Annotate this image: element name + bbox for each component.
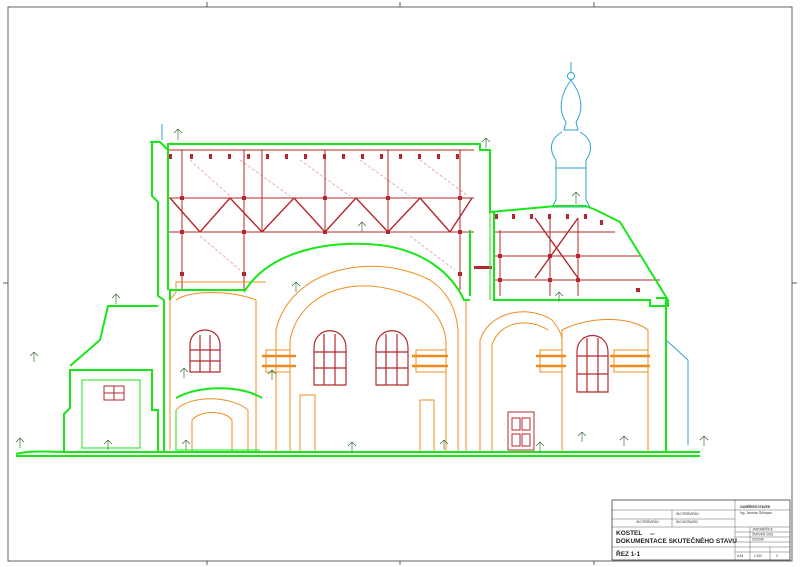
window-4: [576, 335, 609, 393]
scale: 1:100: [754, 554, 762, 558]
rafter-dashes: [189, 159, 469, 271]
date: ČERVEN 2015: [752, 532, 773, 537]
level-marker-icon: [15, 128, 709, 452]
tower-spire-icon: [161, 62, 689, 445]
title-block: ZAMĚŘENÍ STAVEB Ing. Jaroslav Šrůmpán IN…: [611, 499, 791, 561]
sheet-frame: [3, 2, 797, 565]
organisation: ZAMĚŘENÍ STAVEB: [740, 504, 771, 509]
roof-truss-main: [168, 149, 474, 290]
section-outline-thin: [81, 212, 491, 451]
sheet-number: 3: [776, 554, 778, 558]
checked-by: ING.MORAVEC: [676, 520, 699, 524]
purlin-markers: [169, 154, 492, 276]
doc-number: 2015/08: [752, 538, 764, 542]
project-suffix: xxx: [650, 532, 655, 536]
drawing-name: ŘEZ 1-1: [616, 549, 641, 558]
section-outline: [15, 141, 700, 457]
organisation-person: Ing. Jaroslav Šrůmpán: [740, 510, 772, 515]
door: [507, 411, 535, 451]
drawn-by: ING.ŠRŮMPÁN: [676, 511, 699, 516]
window-1: [189, 329, 221, 373]
window-2: [313, 330, 347, 386]
drawing-sheet: ZAMĚŘENÍ STAVEB Ing. Jaroslav Šrůmpán IN…: [3, 2, 797, 565]
project-label: KOSTEL: [616, 530, 642, 537]
format: 6 A4: [737, 554, 744, 558]
cornice-bands: [262, 354, 650, 368]
window-small: [103, 385, 125, 401]
window-3: [375, 330, 409, 386]
location: JAROMĚŘICE: [752, 527, 773, 532]
prepared-by: ING.ŠRŮMPÁN: [636, 519, 659, 524]
section-drawing-icon: [15, 62, 709, 457]
document-title: DOKUMENTACE SKUTEČNÉHO STAVU: [616, 536, 737, 545]
